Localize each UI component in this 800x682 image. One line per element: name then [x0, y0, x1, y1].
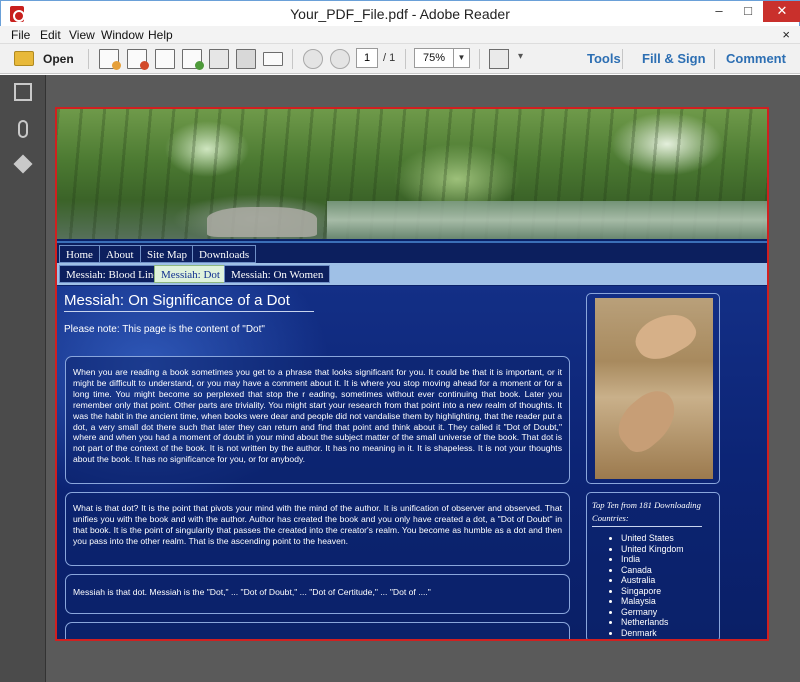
page-number-input[interactable]: 1 [356, 48, 378, 68]
title-bar: Your_PDF_File.pdf - Adobe Reader – □ ✕ [0, 0, 800, 26]
paragraph-text: When you are reading a book sometimes yo… [73, 367, 562, 465]
toolbar-separator [714, 49, 715, 69]
toolbar-separator [405, 49, 406, 69]
top-ten-countries-box: Top Ten from 181 Downloading Countries: … [586, 492, 720, 639]
list-item: Germany [609, 607, 684, 618]
list-item: Singapore [609, 586, 684, 597]
upper-hand [629, 303, 701, 369]
primary-nav: Home About Site Map Downloads [57, 241, 767, 263]
email-icon[interactable] [263, 52, 283, 66]
nav-blood-line[interactable]: Messiah: Blood Line [59, 265, 166, 283]
fill-sign-button[interactable]: Fill & Sign [642, 51, 706, 66]
toolbar-separator [292, 49, 293, 69]
close-document-icon[interactable]: × [782, 27, 790, 42]
nav-about[interactable]: About [99, 245, 141, 263]
page-thumbnails-icon[interactable] [14, 83, 32, 101]
open-button[interactable]: Open [43, 52, 74, 66]
zoom-value: 75% [423, 52, 446, 64]
list-item: Canada [609, 565, 684, 576]
paragraph-box: When you are reading a book sometimes yo… [65, 356, 570, 484]
layers-icon[interactable] [13, 154, 33, 174]
top-ten-title: Top Ten from 181 Downloading Countries: [592, 499, 702, 527]
paragraph-box: Messiah is that dot. Messiah is the "Dot… [65, 574, 570, 614]
banner-stream [327, 201, 767, 239]
list-item: Denmark [609, 628, 684, 639]
create-pdf-icon[interactable] [99, 49, 121, 70]
tools-button[interactable]: Tools [587, 51, 621, 66]
menu-edit[interactable]: Edit [40, 28, 61, 42]
nav-on-women[interactable]: Messiah: On Women [224, 265, 331, 283]
toolbar-separator [479, 49, 480, 69]
nav-downloads[interactable]: Downloads [192, 245, 257, 263]
save-icon[interactable] [209, 49, 229, 69]
menu-window[interactable]: Window [101, 28, 144, 42]
page-content: Messiah: On Significance of a Dot Please… [57, 286, 767, 639]
country-list: United States United Kingdom India Canad… [609, 533, 684, 638]
nav-dot[interactable]: Messiah: Dot [154, 265, 227, 283]
banner-rocks [207, 207, 317, 237]
nav-home[interactable]: Home [59, 245, 100, 263]
first-page-icon[interactable] [303, 49, 323, 69]
comment-button[interactable]: Comment [726, 51, 786, 66]
navigation-pane [0, 75, 46, 682]
zoom-dropdown-icon[interactable]: ▼ [453, 49, 469, 67]
close-window-button[interactable]: ✕ [763, 1, 800, 22]
nav-site-map[interactable]: Site Map [140, 245, 195, 263]
creation-of-adam-hands-image [595, 298, 713, 479]
page-note: Please note: This page is the content of… [64, 324, 265, 335]
open-folder-icon[interactable] [14, 51, 34, 66]
previous-page-icon[interactable] [330, 49, 350, 69]
menu-file[interactable]: File [11, 28, 30, 42]
pdf-page: Home About Site Map Downloads Messiah: B… [55, 107, 769, 641]
maximize-button[interactable]: □ [734, 1, 762, 22]
edit-pdf-icon[interactable] [155, 49, 175, 69]
secondary-nav: Messiah: Blood Line Messiah: Dot Messiah… [57, 263, 767, 285]
more-tools-chevron-icon[interactable]: ▾ [518, 51, 523, 62]
list-item: Australia [609, 575, 684, 586]
list-item: United States [609, 533, 684, 544]
page-total: / 1 [383, 52, 396, 64]
lower-hand [608, 382, 687, 459]
menu-bar: File Edit View Window Help × [0, 26, 800, 44]
forest-banner-image [57, 109, 767, 239]
upload-cloud-icon[interactable] [182, 49, 204, 70]
fit-page-icon[interactable] [489, 49, 509, 69]
toolbar-separator [622, 49, 623, 69]
print-icon[interactable] [236, 49, 256, 69]
page-heading: Messiah: On Significance of a Dot [64, 292, 314, 312]
window-title: Your_PDF_File.pdf - Adobe Reader [290, 6, 510, 22]
artwork-frame [586, 293, 720, 484]
list-item: India [609, 554, 684, 565]
document-area[interactable]: Home About Site Map Downloads Messiah: B… [46, 75, 800, 682]
paragraph-text: Messiah is that dot. Messiah is the "Dot… [73, 587, 431, 597]
attachments-icon[interactable] [18, 120, 28, 138]
paragraph-text: What is that dot? It is the point that p… [73, 503, 562, 546]
paragraph-box [65, 622, 570, 639]
list-item: Netherlands [609, 617, 684, 628]
list-item: Malaysia [609, 596, 684, 607]
zoom-select[interactable]: 75% ▼ [414, 48, 470, 68]
paragraph-box: What is that dot? It is the point that p… [65, 492, 570, 566]
toolbar-separator [88, 49, 89, 69]
minimize-button[interactable]: – [705, 1, 733, 22]
list-item: United Kingdom [609, 544, 684, 555]
menu-view[interactable]: View [69, 28, 95, 42]
menu-help[interactable]: Help [148, 28, 173, 42]
export-pdf-icon[interactable] [127, 49, 149, 70]
